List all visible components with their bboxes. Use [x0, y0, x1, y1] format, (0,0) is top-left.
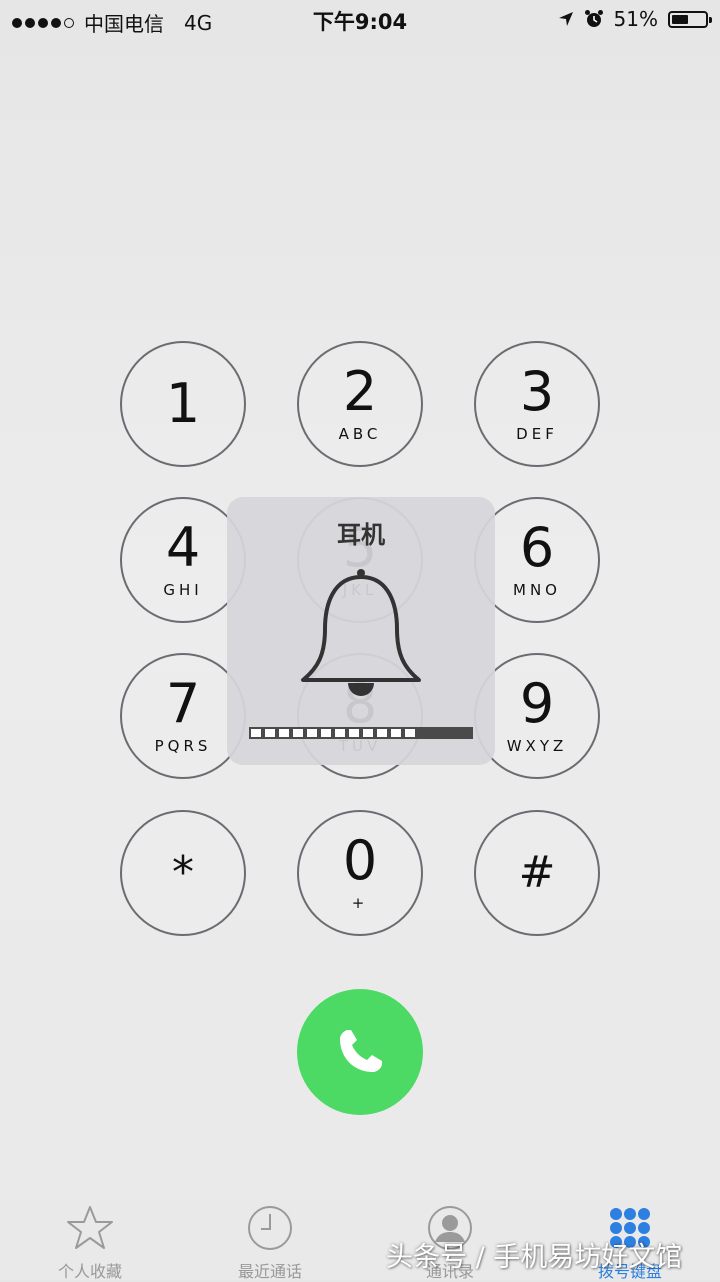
key-letters: MNO [513, 581, 561, 599]
key-2[interactable]: 2 ABC [297, 341, 423, 467]
volume-segment [293, 729, 303, 737]
key-star[interactable]: * [120, 810, 246, 936]
key-digit: 6 [519, 516, 555, 579]
call-button[interactable] [297, 989, 423, 1115]
battery-icon [668, 10, 712, 28]
phone-icon [340, 1030, 382, 1072]
volume-segment [335, 729, 345, 737]
key-letters: DEF [516, 425, 558, 443]
tab-favorites[interactable]: 个人收藏 [20, 1196, 160, 1281]
watermark-text: 头条号 / 手机易坊好文馆 [386, 1242, 683, 1273]
volume-segment [321, 729, 331, 737]
volume-segment [279, 729, 289, 737]
volume-level-bar [249, 727, 473, 739]
volume-segment [265, 729, 275, 737]
bell-icon [301, 569, 421, 696]
key-digit: 1 [165, 372, 201, 435]
volume-hud: 耳机 [227, 497, 495, 765]
volume-segment [251, 729, 261, 737]
tab-label: 最近通话 [237, 1262, 302, 1281]
status-bar: 中国电信 4G 下午9:04 51% [0, 0, 720, 38]
status-right: 51% [558, 7, 712, 31]
volume-segment [363, 729, 373, 737]
key-digit: 7 [165, 672, 201, 735]
key-digit: 3 [519, 360, 555, 423]
battery-percent: 51% [613, 7, 658, 31]
key-digit: 9 [519, 672, 555, 735]
key-0[interactable]: 0 + [297, 810, 423, 936]
volume-segment [405, 729, 415, 737]
volume-hud-title: 耳机 [337, 521, 385, 549]
volume-segment [377, 729, 387, 737]
key-digit: # [518, 847, 556, 898]
clock-icon [248, 1206, 292, 1250]
tab-recents[interactable]: 最近通话 [200, 1196, 340, 1281]
tab-label: 个人收藏 [57, 1262, 122, 1281]
key-digit: 4 [165, 516, 201, 579]
key-1[interactable]: 1 [120, 341, 246, 467]
key-hash[interactable]: # [474, 810, 600, 936]
key-letters: + [351, 894, 369, 912]
key-letters: GHI [163, 581, 203, 599]
star-icon [67, 1206, 113, 1249]
key-3[interactable]: 3 DEF [474, 341, 600, 467]
key-letters: WXYZ [506, 737, 568, 755]
key-digit: 0 [342, 829, 378, 892]
volume-segment [307, 729, 317, 737]
volume-segment [391, 729, 401, 737]
key-digit: * [172, 847, 194, 898]
key-letters: PQRS [154, 737, 212, 755]
key-letters: ABC [338, 425, 382, 443]
key-digit: 2 [342, 360, 378, 423]
location-arrow-icon [558, 12, 573, 26]
alarm-clock-icon [584, 10, 603, 27]
volume-segment [349, 729, 359, 737]
